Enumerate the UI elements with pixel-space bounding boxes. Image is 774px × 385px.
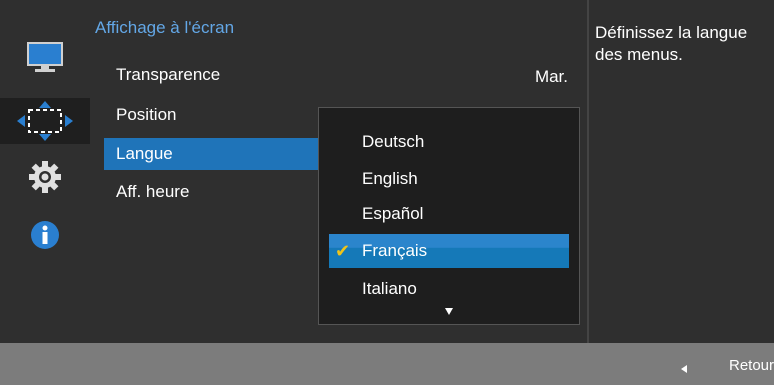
sidebar-item-position[interactable] (0, 98, 90, 144)
menu-item-label: Transparence (116, 65, 221, 84)
gear-icon (27, 159, 63, 195)
bottom-bar: Retour (0, 343, 774, 385)
menu-item-label: Aff. heure (116, 182, 190, 201)
language-option-espanol[interactable]: Español (329, 197, 569, 231)
option-label: Deutsch (362, 132, 425, 151)
menu-item-transparence[interactable]: Transparence (104, 59, 318, 91)
menu-title: Affichage à l'écran (95, 18, 235, 37)
menu-item-label: Position (116, 105, 177, 124)
info-icon (30, 220, 60, 250)
language-submenu: Deutsch English Español ✔ Français Itali… (318, 107, 580, 325)
option-label: Français (362, 241, 428, 260)
back-button[interactable]: Retour (729, 357, 774, 374)
option-label: Español (362, 204, 424, 223)
option-label: Italiano (362, 279, 417, 298)
menu-item-aff-heure[interactable]: Aff. heure (104, 176, 318, 208)
help-panel: Définissez la langue des menus. (587, 0, 774, 343)
menu-item-position[interactable]: Position (104, 99, 318, 131)
osd-screen: Affichage à l'écran Transparence Mar. Po… (0, 0, 774, 385)
help-text: Définissez la langue des menus. (595, 23, 748, 64)
language-option-francais[interactable]: ✔ Français (329, 234, 569, 268)
monitor-icon (25, 40, 65, 74)
menu-item-value: Mar. (534, 67, 568, 86)
option-label: English (362, 169, 418, 188)
language-option-deutsch[interactable]: Deutsch (329, 125, 569, 159)
menu-item-label: Langue (116, 144, 173, 163)
sidebar (0, 0, 90, 343)
move-arrows-icon (15, 99, 75, 143)
language-option-english[interactable]: English (329, 162, 569, 196)
menu-item-langue[interactable]: Langue (104, 138, 318, 170)
left-arrow-icon (681, 365, 687, 373)
sidebar-item-picture[interactable] (0, 37, 90, 77)
language-option-italiano[interactable]: Italiano (329, 272, 569, 306)
arrow-down-icon[interactable] (445, 308, 453, 315)
checkmark-icon: ✔ (335, 241, 351, 261)
sidebar-item-system[interactable] (0, 157, 90, 197)
sidebar-item-information[interactable] (0, 215, 90, 255)
